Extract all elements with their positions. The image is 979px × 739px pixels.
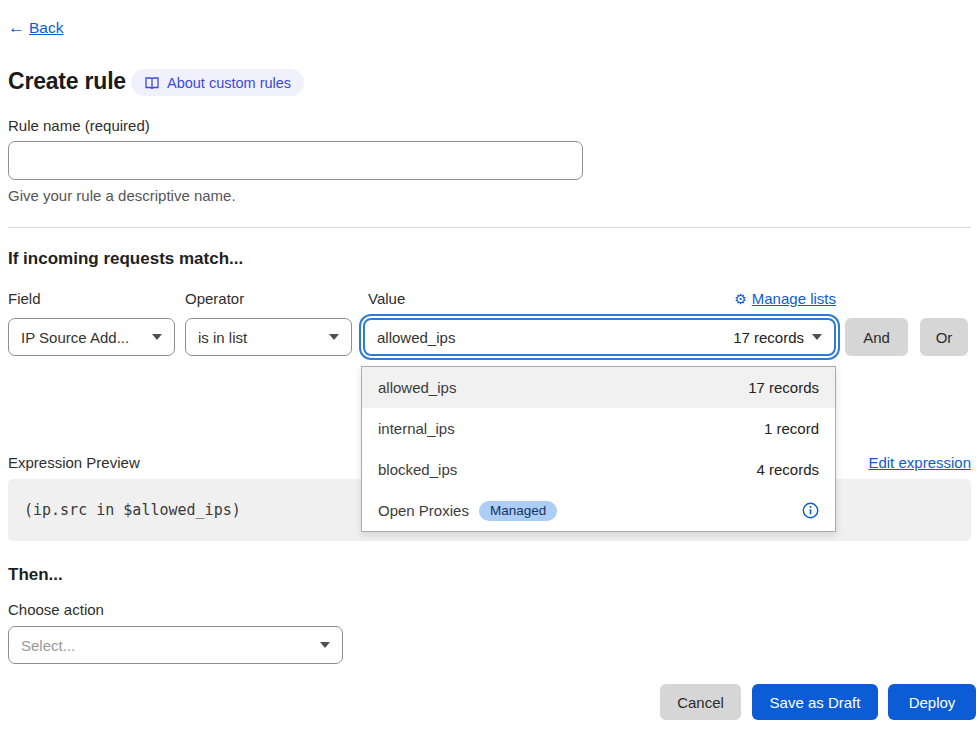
- operator-label: Operator: [185, 290, 244, 307]
- back-link-label[interactable]: Back: [29, 19, 63, 37]
- match-heading: If incoming requests match...: [8, 249, 243, 269]
- list-name: internal_ips: [378, 420, 455, 437]
- expression-preview-label: Expression Preview: [8, 454, 140, 471]
- rule-name-input[interactable]: [8, 141, 583, 180]
- choose-action-label: Choose action: [8, 601, 104, 618]
- expression-code: (ip.src in $allowed_ips): [24, 501, 241, 519]
- section-divider: [8, 227, 971, 228]
- back-link[interactable]: ← Back: [8, 18, 63, 38]
- chevron-down-icon: [329, 334, 339, 340]
- dropdown-item-internal-ips[interactable]: internal_ips 1 record: [362, 408, 835, 449]
- deploy-button[interactable]: Deploy: [888, 684, 976, 720]
- book-icon: [144, 75, 160, 91]
- chevron-down-icon: [320, 642, 330, 648]
- operator-select-value: is in list: [198, 329, 247, 346]
- field-label: Field: [8, 290, 41, 307]
- create-rule-page: ← Back Create rule About custom rules Ru…: [0, 0, 979, 739]
- action-select-placeholder: Select...: [21, 637, 75, 654]
- value-dropdown-menu: allowed_ips 17 records internal_ips 1 re…: [361, 366, 836, 532]
- dropdown-item-open-proxies[interactable]: Open Proxies Managed: [362, 490, 835, 531]
- chevron-down-icon: [812, 334, 822, 340]
- and-button[interactable]: And: [845, 318, 908, 356]
- manage-lists-link[interactable]: ⚙ Manage lists: [734, 290, 836, 307]
- rule-name-label: Rule name (required): [8, 117, 150, 134]
- manage-lists-label[interactable]: Manage lists: [752, 290, 836, 307]
- value-select-records: 17 records: [733, 329, 804, 346]
- about-custom-rules-label: About custom rules: [167, 75, 291, 91]
- list-name: blocked_ips: [378, 461, 457, 478]
- list-name: Open Proxies: [378, 502, 469, 519]
- or-button[interactable]: Or: [920, 318, 968, 356]
- page-title: Create rule: [8, 68, 126, 95]
- dropdown-item-blocked-ips[interactable]: blocked_ips 4 records: [362, 449, 835, 490]
- back-arrow-icon: ←: [8, 18, 25, 38]
- list-records: 4 records: [756, 461, 819, 478]
- operator-select[interactable]: is in list: [185, 318, 352, 356]
- dropdown-item-allowed-ips[interactable]: allowed_ips 17 records: [362, 367, 835, 408]
- rule-name-helper: Give your rule a descriptive name.: [8, 187, 236, 204]
- value-label: Value: [368, 290, 405, 307]
- then-heading: Then...: [8, 565, 63, 585]
- field-select-value: IP Source Add...: [21, 329, 129, 346]
- save-as-draft-button[interactable]: Save as Draft: [752, 684, 878, 720]
- cancel-button[interactable]: Cancel: [660, 684, 741, 720]
- field-select[interactable]: IP Source Add...: [8, 318, 175, 356]
- edit-expression-link[interactable]: Edit expression: [868, 454, 971, 471]
- about-custom-rules-badge[interactable]: About custom rules: [131, 69, 304, 96]
- value-select-value: allowed_ips: [377, 329, 455, 346]
- list-name: allowed_ips: [378, 379, 456, 396]
- action-select[interactable]: Select...: [8, 626, 343, 664]
- gear-icon: ⚙: [734, 291, 747, 307]
- managed-badge: Managed: [479, 501, 557, 521]
- list-records: 1 record: [764, 420, 819, 437]
- info-icon[interactable]: [802, 502, 819, 519]
- list-records: 17 records: [748, 379, 819, 396]
- chevron-down-icon: [152, 334, 162, 340]
- value-select[interactable]: allowed_ips 17 records: [363, 318, 836, 356]
